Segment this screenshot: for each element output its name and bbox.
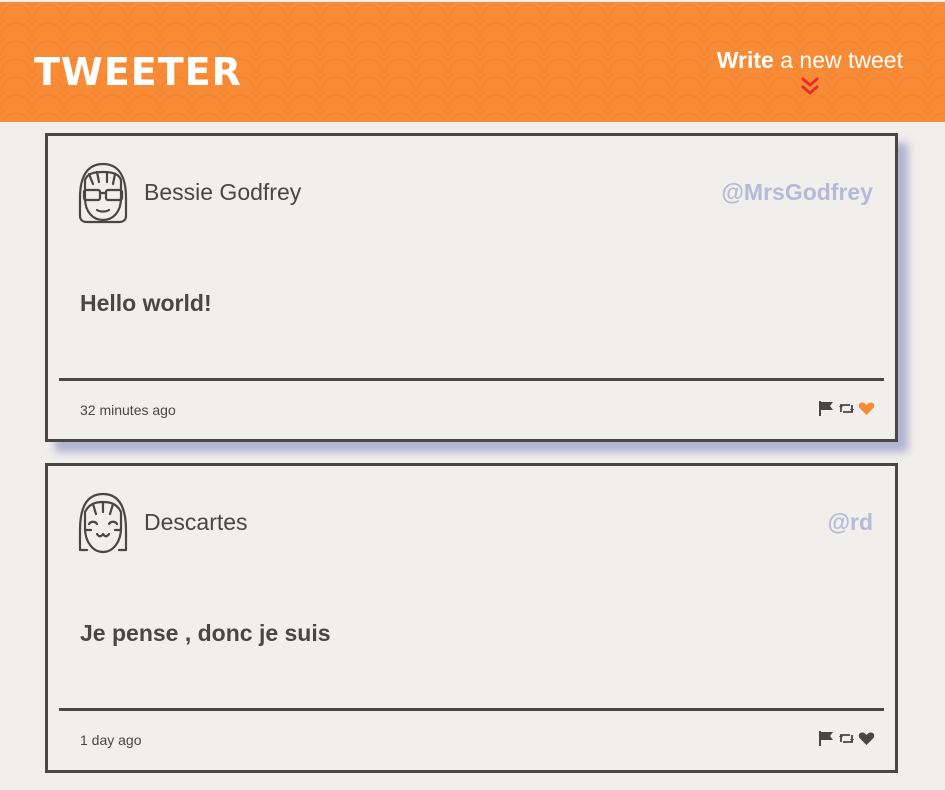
compose-label-bold: Write — [716, 47, 774, 73]
double-chevron-down-icon[interactable] — [800, 76, 820, 96]
tweet-divider — [59, 708, 884, 711]
compose-label: Write a new tweet — [717, 47, 903, 73]
tweet-card: Descartes @rd Je pense , donc je suis 1 … — [45, 463, 898, 773]
flag-icon[interactable] — [818, 730, 835, 747]
heart-icon[interactable] — [858, 400, 875, 417]
compose-label-rest: a new tweet — [773, 47, 903, 73]
smiling-avatar-icon — [78, 492, 128, 554]
tweet-content: Je pense , donc je suis — [80, 620, 331, 646]
tweet-author-name: Descartes — [144, 509, 248, 535]
sunglasses-avatar-icon — [78, 162, 128, 224]
tweet-timestamp: 32 minutes ago — [80, 402, 176, 418]
retweet-icon[interactable] — [838, 400, 855, 417]
tweet-author-handle[interactable]: @rd — [828, 508, 873, 536]
flag-icon[interactable] — [818, 400, 835, 417]
tweet-author-name: Bessie Godfrey — [144, 179, 302, 205]
tweet-timestamp: 1 day ago — [80, 732, 142, 748]
tweet-card: Bessie Godfrey @MrsGodfrey Hello world! … — [45, 133, 898, 442]
tweet-actions — [818, 730, 875, 747]
compose-tweet-button[interactable]: Write a new tweet — [717, 46, 903, 96]
tweet-content: Hello world! — [80, 290, 212, 316]
tweet-divider — [59, 378, 884, 381]
tweet-author-handle[interactable]: @MrsGodfrey — [721, 178, 873, 206]
tweet-actions — [818, 400, 875, 417]
heart-icon[interactable] — [858, 730, 875, 747]
app-logo[interactable]: TWEETER — [34, 52, 242, 92]
navbar: TWEETER Write a new tweet — [0, 0, 945, 122]
retweet-icon[interactable] — [838, 730, 855, 747]
